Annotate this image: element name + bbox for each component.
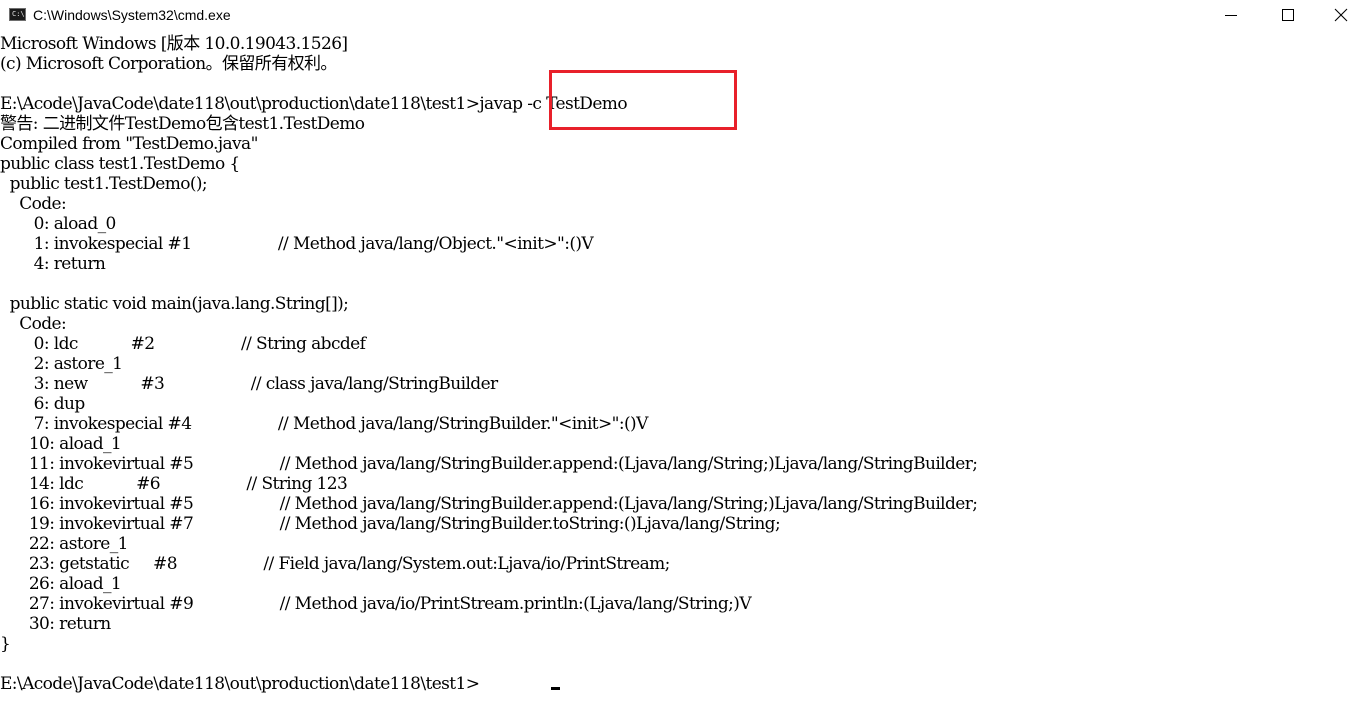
console-line: 19: invokevirtual #7 // Method java/lang… — [0, 514, 781, 534]
cmd-window: C:\ C:\Windows\System32\cmd.exe Microsof… — [0, 0, 1356, 707]
console-line: 4: return — [0, 254, 106, 274]
console-line: 22: astore_1 — [0, 534, 129, 554]
console-line: 11: invokevirtual #5 // Method java/lang… — [0, 454, 978, 474]
console-line: } — [0, 634, 11, 654]
console-line: 2: astore_1 — [0, 354, 123, 374]
console-line: public static void main(java.lang.String… — [0, 294, 349, 314]
title-bar[interactable]: C:\ C:\Windows\System32\cmd.exe — [0, 0, 1356, 30]
console-line: 6: dup — [0, 394, 86, 414]
console-line: 14: ldc #6 // String 123 — [0, 474, 348, 494]
console-line: Code: — [0, 314, 67, 334]
console-line: 30: return — [0, 614, 111, 634]
console-line: 10: aload_1 — [0, 434, 122, 454]
minimize-button[interactable] — [1208, 0, 1254, 30]
maximize-icon — [1282, 9, 1294, 21]
console-line: Microsoft Windows [版本 10.0.19043.1526] — [0, 34, 348, 54]
window-title: C:\Windows\System32\cmd.exe — [33, 7, 231, 23]
console-line: 0: ldc #2 // String abcdef — [0, 334, 366, 354]
console-line: 0: aload_0 — [0, 214, 117, 234]
text-cursor — [551, 687, 560, 690]
console-line: 26: aload_1 — [0, 574, 122, 594]
console-line: Code: — [0, 194, 67, 214]
console-line: 23: getstatic #8 // Field java/lang/Syst… — [0, 554, 671, 574]
close-icon — [1334, 8, 1348, 22]
maximize-button[interactable] — [1265, 0, 1311, 30]
console-line: 1: invokespecial #1 // Method java/lang/… — [0, 234, 594, 254]
console-line: 3: new #3 // class java/lang/StringBuild… — [0, 374, 499, 394]
console-output[interactable]: Microsoft Windows [版本 10.0.19043.1526] (… — [0, 34, 1356, 707]
minimize-icon — [1225, 15, 1237, 16]
console-line: 警告: 二进制文件TestDemo包含test1.TestDemo — [0, 114, 365, 134]
close-button[interactable] — [1318, 0, 1356, 30]
cmd-app-icon-label: C:\ — [12, 10, 25, 18]
console-line: public class test1.TestDemo { — [0, 154, 240, 174]
console-line: Compiled from "TestDemo.java" — [0, 134, 258, 154]
console-line: (c) Microsoft Corporation。保留所有权利。 — [0, 54, 337, 74]
console-line: public test1.TestDemo(); — [0, 174, 208, 194]
console-line: 7: invokespecial #4 // Method java/lang/… — [0, 414, 649, 434]
console-line: 16: invokevirtual #5 // Method java/lang… — [0, 494, 978, 514]
console-line: 27: invokevirtual #9 // Method java/io/P… — [0, 594, 752, 614]
console-prompt-line[interactable]: E:\Acode\JavaCode\date118\out\production… — [0, 674, 480, 694]
command-highlight-box — [549, 70, 737, 130]
cmd-app-icon: C:\ — [9, 8, 26, 21]
console-command-line: E:\Acode\JavaCode\date118\out\production… — [0, 94, 628, 114]
